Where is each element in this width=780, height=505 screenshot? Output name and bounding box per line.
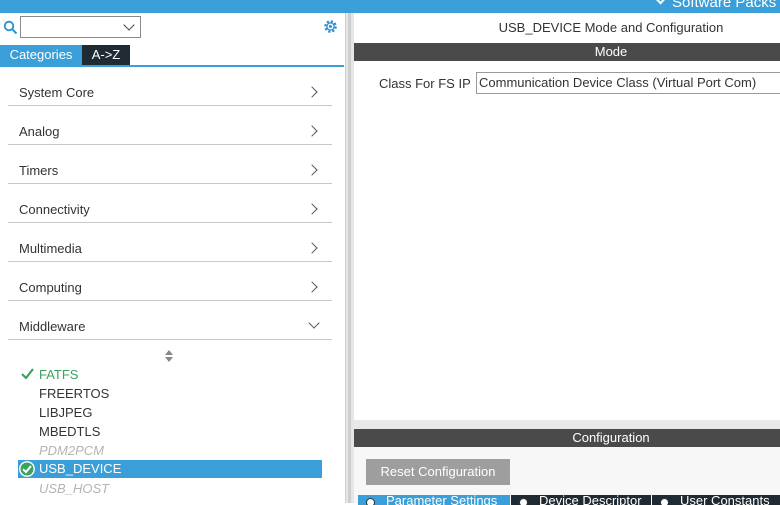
check-icon [21,368,34,379]
middleware-item-libjpeg[interactable]: LIBJPEG [39,405,92,420]
tab-a-to-z[interactable]: A->Z [82,45,130,65]
category-connectivity[interactable]: Connectivity [8,184,332,223]
reset-configuration-button[interactable]: Reset Configuration [366,459,510,485]
chevron-right-icon [306,281,318,293]
mode-header-label: Mode [594,44,628,59]
tab-parameter-settings[interactable]: Parameter Settings [358,495,510,505]
middleware-item-usb-host: USB_HOST [39,481,110,496]
class-for-fs-ip-select[interactable]: Communication Device Class (Virtual Port… [476,72,780,94]
class-for-fs-ip-label: Class For FS IP [379,76,471,91]
tab-label: Device Descriptor [539,495,642,505]
software-packs-menu[interactable]: Software Packs [655,0,776,11]
mode-configuration-panel: USB_DEVICE Mode and Configuration Mode C… [354,13,780,505]
search-dropdown[interactable] [20,16,141,38]
configuration-header: Configuration [354,429,780,447]
chevron-down-icon [123,19,135,31]
chevron-down-icon [308,317,320,329]
tab-label: Parameter Settings [386,495,498,505]
category-label: Analog [19,124,60,139]
middleware-item-mbedtls[interactable]: MBEDTLS [39,424,100,439]
panel-splitter[interactable] [345,13,354,503]
chevron-right-icon [306,164,318,176]
sort-icon[interactable] [165,350,173,362]
category-label: System Core [19,85,95,100]
radio-icon [366,498,375,505]
tab-device-descriptor[interactable]: Device Descriptor [511,495,651,505]
category-analog[interactable]: Analog [8,106,332,145]
software-packs-label: Software Packs [672,0,777,11]
configuration-header-label: Configuration [572,430,650,445]
mode-header: Mode [354,43,780,61]
check-circle-icon [19,461,35,477]
chevron-right-icon [306,203,318,215]
categories-panel: Categories A->Z System Core Analog Timer… [0,13,345,503]
splitter-grip [348,13,351,503]
chevron-right-icon [306,86,318,98]
category-label: Timers [19,163,59,178]
radio-icon [519,498,528,505]
tab-user-constants[interactable]: User Constants [652,495,780,505]
category-computing[interactable]: Computing [8,262,332,301]
category-label: Multimedia [19,241,82,256]
chevron-right-icon [306,242,318,254]
page-title: USB_DEVICE Mode and Configuration [498,20,724,35]
category-multimedia[interactable]: Multimedia [8,223,332,262]
tab-categories[interactable]: Categories [0,45,82,65]
radio-icon [660,498,669,505]
category-timers[interactable]: Timers [8,145,332,184]
category-system-core[interactable]: System Core [8,67,332,106]
class-for-fs-ip-value: Communication Device Class (Virtual Port… [479,75,757,90]
category-label: Computing [19,280,82,295]
middleware-item-pdm2pcm: PDM2PCM [39,443,105,458]
search-icon[interactable] [3,20,18,35]
gear-icon[interactable] [322,18,339,35]
category-label: Middleware [19,319,86,334]
category-middleware[interactable]: Middleware [8,301,332,340]
tab-label: User Constants [680,495,770,505]
middleware-item-usb-device[interactable]: USB_DEVICE [18,460,322,478]
chevron-down-icon [655,0,666,5]
mode-area [354,98,780,420]
panel-divider[interactable] [354,420,780,429]
middleware-item-fatfs[interactable]: FATFS [39,367,78,382]
chevron-right-icon [306,125,318,137]
top-bar: Software Packs [0,0,780,13]
middleware-item-freertos[interactable]: FREERTOS [39,386,109,401]
category-label: Connectivity [19,202,90,217]
middleware-item-label: USB_DEVICE [39,461,122,476]
